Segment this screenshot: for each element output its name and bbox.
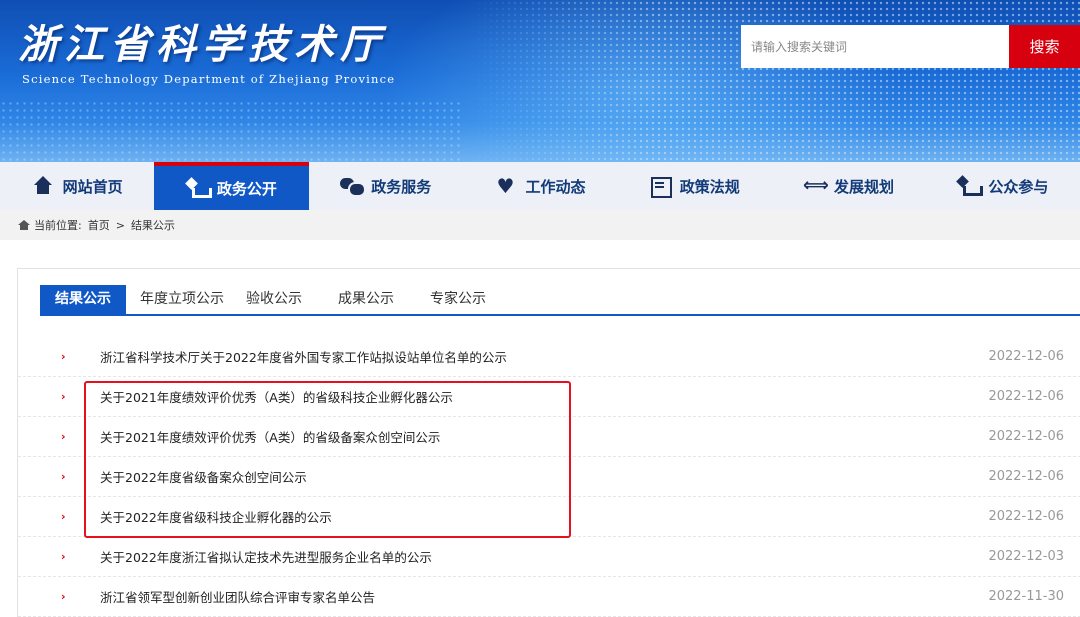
list-item-date: 2022-12-06	[988, 389, 1064, 404]
nav-item-home[interactable]: 网站首页	[0, 162, 154, 210]
list-item[interactable]: › 关于2022年度省级科技企业孵化器的公示 2022-12-06	[18, 497, 1080, 537]
list-item[interactable]: › 关于2021年度绩效评价优秀（A类）的省级备案众创空间公示 2022-12-…	[18, 417, 1080, 457]
list-item[interactable]: › 浙江省科学技术厅关于2022年度省外国专家工作站拟设站单位名单的公示 202…	[18, 337, 1080, 377]
chevron-right-icon: ›	[61, 510, 66, 523]
nav-item-public-participation[interactable]: 公众参与	[926, 162, 1080, 210]
nav-item-planning[interactable]: ⟺ 发展规划	[771, 162, 925, 210]
list-item-date: 2022-12-03	[988, 549, 1064, 564]
list-item-title[interactable]: 关于2022年度省级科技企业孵化器的公示	[100, 507, 332, 526]
main-nav: 网站首页 政务公开 政务服务 ♥ 工作动态 政策法规 ⟺ 发展规划 公众参与	[0, 162, 1080, 210]
site-title: 浙江省科学技术厅	[18, 21, 386, 68]
tab-result-notice[interactable]: 结果公示	[40, 285, 126, 314]
search-button[interactable]: 搜索	[1009, 25, 1080, 68]
list-item-date: 2022-12-06	[988, 469, 1064, 484]
handshake-icon: ⟺	[803, 175, 829, 196]
header-banner: 浙江省科学技术厅 Science Technology Department o…	[0, 0, 1080, 162]
list-item-date: 2022-12-06	[988, 429, 1064, 444]
tab-achievement-notice[interactable]: 成果公示	[327, 285, 405, 314]
gov-icon	[957, 176, 984, 196]
list-item-title[interactable]: 关于2022年度浙江省拟认定技术先进型服务企业名单的公示	[100, 547, 432, 566]
tab-acceptance-notice[interactable]: 验收公示	[235, 285, 313, 314]
nav-item-label: 工作动态	[525, 177, 586, 196]
nav-item-label: 政务服务	[371, 177, 432, 196]
list-item[interactable]: › 关于2022年度浙江省拟认定技术先进型服务企业名单的公示 2022-12-0…	[18, 537, 1080, 577]
nav-item-label: 政策法规	[679, 177, 740, 196]
list-item[interactable]: › 关于2022年度省级备案众创空间公示 2022-12-06	[18, 457, 1080, 497]
list-item[interactable]: › 关于2021年度绩效评价优秀（A类）的省级科技企业孵化器公示 2022-12…	[18, 377, 1080, 417]
breadcrumb-prefix: 当前位置:	[34, 219, 82, 232]
nav-item-gov-services[interactable]: 政务服务	[309, 162, 463, 210]
nav-item-label: 政务公开	[216, 179, 277, 198]
list-item-title[interactable]: 浙江省科学技术厅关于2022年度省外国专家工作站拟设站单位名单的公示	[100, 347, 507, 366]
breadcrumb-current: 结果公示	[130, 219, 175, 232]
content-panel: 结果公示 年度立项公示 验收公示 成果公示 专家公示 › 浙江省科学技术厅关于2…	[17, 268, 1080, 617]
list-item[interactable]: › 浙江省领军型创新创业团队综合评审专家名单公告 2022-11-30	[18, 577, 1080, 617]
list-item-date: 2022-12-06	[988, 509, 1064, 524]
chevron-right-icon: ›	[61, 350, 66, 363]
breadcrumb-home-link[interactable]: 首页	[88, 217, 110, 233]
nav-item-policies[interactable]: 政策法规	[617, 162, 771, 210]
list-item-title[interactable]: 关于2021年度绩效评价优秀（A类）的省级备案众创空间公示	[100, 427, 440, 446]
list-item-title[interactable]: 关于2021年度绩效评价优秀（A类）的省级科技企业孵化器公示	[100, 387, 453, 406]
list-item-title[interactable]: 浙江省领军型创新创业团队综合评审专家名单公告	[100, 587, 375, 606]
chevron-right-icon: ›	[61, 470, 66, 483]
tab-annual-project-notice[interactable]: 年度立项公示	[129, 285, 235, 314]
nav-item-label: 发展规划	[834, 177, 895, 196]
heart-icon: ♥	[496, 174, 515, 198]
chevron-right-icon: ›	[61, 590, 66, 603]
home-icon	[18, 220, 30, 230]
notice-list: › 浙江省科学技术厅关于2022年度省外国专家工作站拟设站单位名单的公示 202…	[18, 337, 1080, 617]
banner-dots-left	[0, 100, 460, 162]
site-subtitle: Science Technology Department of Zhejian…	[22, 72, 396, 86]
gov-icon	[186, 178, 212, 198]
search-input[interactable]	[741, 25, 1009, 68]
chevron-right-icon: ›	[61, 550, 66, 563]
chat-icon	[340, 176, 367, 197]
nav-item-label: 网站首页	[62, 177, 123, 196]
list-item-title[interactable]: 关于2022年度省级备案众创空间公示	[100, 467, 307, 486]
nav-item-gov-affairs[interactable]: 政务公开	[154, 162, 309, 210]
breadcrumb-separator: >	[115, 218, 125, 232]
chevron-right-icon: ›	[61, 390, 66, 403]
nav-item-work-news[interactable]: ♥ 工作动态	[463, 162, 617, 210]
home-icon	[32, 176, 54, 196]
nav-item-label: 公众参与	[988, 177, 1049, 196]
list-item-date: 2022-12-06	[988, 349, 1064, 364]
breadcrumb: 当前位置: 首页 > 结果公示	[0, 210, 1080, 240]
list-icon	[649, 176, 672, 198]
list-item-date: 2022-11-30	[988, 589, 1064, 604]
chevron-right-icon: ›	[61, 430, 66, 443]
tab-bar: 结果公示 年度立项公示 验收公示 成果公示 专家公示	[40, 285, 1080, 316]
tab-expert-notice[interactable]: 专家公示	[419, 285, 497, 314]
